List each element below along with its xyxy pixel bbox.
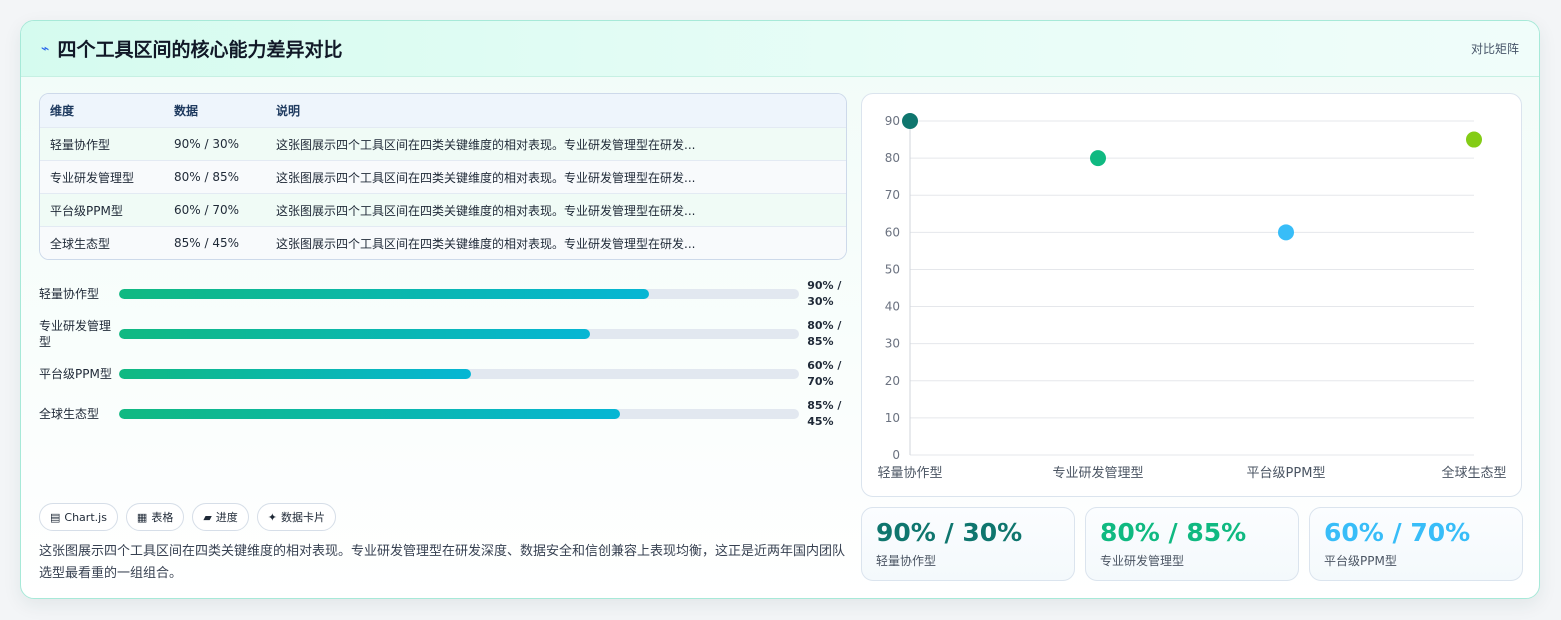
cell-description: 这张图展示四个工具区间在四类关键维度的相对表现。专业研发管理型在研发... xyxy=(276,170,696,185)
x-tick-label: 专业研发管理型 xyxy=(1052,465,1143,481)
y-tick-label: 70 xyxy=(885,188,900,202)
y-tick-label: 90 xyxy=(885,114,900,128)
data-point xyxy=(1090,150,1106,167)
table-row: 专业研发管理型 80% / 85% 这张图展示四个工具区间在四类关键维度的相对表… xyxy=(40,160,846,193)
pulse-icon: ⌁ xyxy=(41,40,50,57)
data-table: 维度 数据 说明 轻量协作型 90% / 30% 这张图展示四个工具区间在四类关… xyxy=(39,93,847,260)
sparkle-icon: ✦ xyxy=(267,510,278,524)
y-tick-label: 10 xyxy=(885,411,900,425)
matrix-badge: 对比矩阵 xyxy=(1470,42,1519,56)
chip-label: 表格 xyxy=(151,511,174,524)
chart-icon: ▤ xyxy=(50,510,61,524)
progress-label: 全球生态型 xyxy=(39,407,100,421)
chip-chartjs[interactable]: ▤ Chart.js xyxy=(39,503,118,531)
chip-data-card[interactable]: ✦ 数据卡片 xyxy=(256,503,337,531)
progress-value: 60% / 70% xyxy=(807,359,842,388)
cell-description: 这张图展示四个工具区间在四类关键维度的相对表现。专业研发管理型在研发... xyxy=(276,137,696,152)
progress-label: 平台级PPM型 xyxy=(39,367,112,381)
progress-track xyxy=(118,289,800,299)
progress-value: 90% / 30% xyxy=(807,279,842,308)
title-wrap: ⌁ 四个工具区间的核心能力差异对比 xyxy=(41,35,342,62)
chip-label: 数据卡片 xyxy=(281,511,326,524)
progress-track xyxy=(118,409,800,419)
card-header: ⌁ 四个工具区间的核心能力差异对比 对比矩阵 xyxy=(21,21,1539,77)
progress-row: 全球生态型 85% / 45% xyxy=(39,394,847,434)
kpi-label: 轻量协作型 xyxy=(876,554,937,568)
y-tick-label: 60 xyxy=(885,225,900,239)
scatter-chart: 0 10 20 30 40 50 60 70 80 90 轻量协作型 专业研发管理型 平台级PPM型 全球… xyxy=(877,113,1507,481)
y-tick-label: 40 xyxy=(885,300,900,314)
progress-label: 专业研发管理型 xyxy=(39,319,112,349)
y-tick-label: 80 xyxy=(885,151,900,165)
kpi-value: 90% / 30% xyxy=(876,518,1023,547)
cell-dimension: 专业研发管理型 xyxy=(50,170,135,185)
kpi-label: 专业研发管理型 xyxy=(1100,554,1185,568)
data-point xyxy=(1466,131,1482,148)
y-tick-label: 0 xyxy=(892,448,900,462)
cell-data: 60% / 70% xyxy=(174,203,240,217)
x-tick-label: 平台级PPM型 xyxy=(1247,466,1326,481)
x-tick-label: 全球生态型 xyxy=(1441,465,1506,481)
kpi-value: 80% / 85% xyxy=(1100,518,1247,547)
kpi-value: 60% / 70% xyxy=(1324,518,1471,547)
chip-group: ▤ Chart.js ▦ 表格 ▰ 进度 ✦ 数据卡片 xyxy=(39,503,337,531)
progress-fill xyxy=(118,329,591,339)
data-point xyxy=(902,113,918,129)
progress-row: 平台级PPM型 60% / 70% xyxy=(39,354,847,394)
scatter-chart-panel: 0 10 20 30 40 50 60 70 80 90 轻量协作型 专业研发管理型 平台级PPM型 全球… xyxy=(861,93,1522,497)
kpi-card: 80% / 85% 专业研发管理型 xyxy=(1085,507,1299,581)
y-tick-label: 50 xyxy=(885,262,900,276)
progress-fill xyxy=(118,409,620,419)
chip-progress[interactable]: ▰ 进度 xyxy=(192,503,249,531)
kpi-card: 60% / 70% 平台级PPM型 xyxy=(1309,507,1523,581)
cell-dimension: 全球生态型 xyxy=(50,236,111,251)
progress-fill xyxy=(118,369,472,379)
column-header-dimension: 维度 xyxy=(50,104,75,118)
column-header-description: 说明 xyxy=(276,104,301,118)
page-title: 四个工具区间的核心能力差异对比 xyxy=(57,39,343,61)
table-row: 全球生态型 85% / 45% 这张图展示四个工具区间在四类关键维度的相对表现。… xyxy=(40,226,846,259)
cell-dimension: 轻量协作型 xyxy=(50,137,111,152)
progress-value: 80% / 85% xyxy=(807,319,842,348)
cell-description: 这张图展示四个工具区间在四类关键维度的相对表现。专业研发管理型在研发... xyxy=(276,203,696,218)
progress-fill xyxy=(118,289,650,299)
column-header-data: 数据 xyxy=(174,104,199,118)
cell-data: 90% / 30% xyxy=(174,137,240,151)
progress-label: 轻量协作型 xyxy=(39,287,100,301)
progress-value: 85% / 45% xyxy=(807,399,842,428)
cell-data: 80% / 85% xyxy=(174,170,240,184)
progress-track xyxy=(118,329,800,339)
table-row: 轻量协作型 90% / 30% 这张图展示四个工具区间在四类关键维度的相对表现。… xyxy=(40,127,846,160)
table-header-row: 维度 数据 说明 xyxy=(40,94,846,127)
kpi-label: 平台级PPM型 xyxy=(1324,554,1397,568)
cell-dimension: 平台级PPM型 xyxy=(50,203,123,218)
progress-row: 专业研发管理型 80% / 85% xyxy=(39,314,847,354)
left-panel: 维度 数据 说明 轻量协作型 90% / 30% 这张图展示四个工具区间在四类关… xyxy=(39,93,847,434)
y-tick-label: 30 xyxy=(885,337,900,351)
x-tick-label: 轻量协作型 xyxy=(877,466,942,481)
chip-label: Chart.js xyxy=(64,510,107,524)
cell-description: 这张图展示四个工具区间在四类关键维度的相对表现。专业研发管理型在研发... xyxy=(276,236,696,251)
cell-data: 85% / 45% xyxy=(174,236,240,250)
table-icon: ▦ xyxy=(136,510,148,524)
progress-track xyxy=(118,369,800,379)
description-text: 这张图展示四个工具区间在四类关键维度的相对表现。专业研发管理型在研发深度、数据安… xyxy=(39,544,846,581)
kpi-cards: 90% / 30% 轻量协作型 80% / 85% 专业研发管理型 60% / … xyxy=(861,507,1523,581)
progress-row: 轻量协作型 90% / 30% xyxy=(39,274,847,314)
kpi-card: 90% / 30% 轻量协作型 xyxy=(861,507,1075,581)
y-tick-label: 20 xyxy=(885,374,900,388)
chip-label: 进度 xyxy=(215,511,238,524)
data-point xyxy=(1278,224,1294,241)
progress-icon: ▰ xyxy=(203,510,212,524)
table-row: 平台级PPM型 60% / 70% 这张图展示四个工具区间在四类关键维度的相对表… xyxy=(40,193,846,226)
comparison-card: ⌁ 四个工具区间的核心能力差异对比 对比矩阵 维度 数据 说明 轻量协作型 90… xyxy=(20,20,1540,599)
progress-list: 轻量协作型 90% / 30% 专业研发管理型 80% / 85% 平台级PPM… xyxy=(39,274,847,434)
chip-table[interactable]: ▦ 表格 xyxy=(125,503,185,531)
